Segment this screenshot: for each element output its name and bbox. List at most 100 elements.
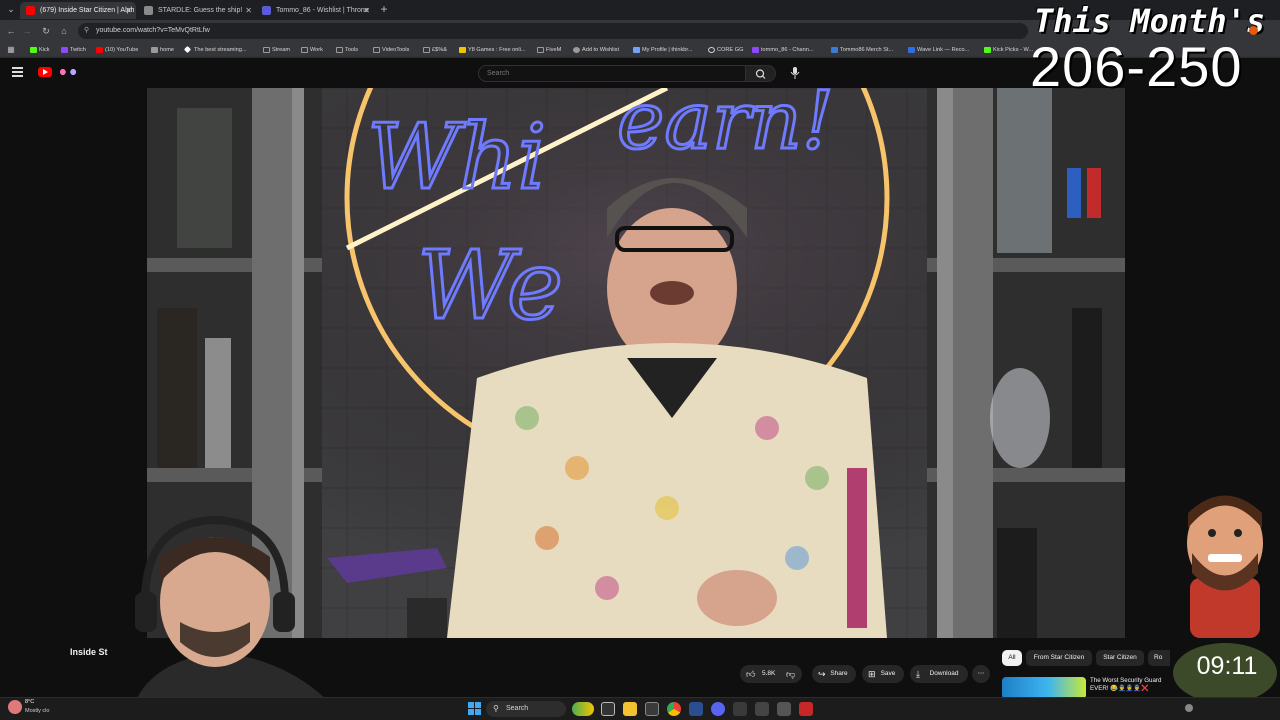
chrome-icon[interactable]: [667, 702, 681, 716]
tab-list-chevron-icon[interactable]: ⌄: [4, 2, 18, 16]
bookmark-kick-picks[interactable]: Kick Picks - W...: [984, 44, 1033, 56]
kick-icon: [984, 47, 991, 53]
profile-avatar[interactable]: [1249, 26, 1258, 35]
overlay-count: 206-250: [1030, 35, 1243, 98]
tab-stardle[interactable]: STARDLE: Guess the ship! ✕: [138, 2, 256, 19]
webcam-image: [130, 515, 345, 720]
save-button[interactable]: ⊞ Save: [862, 665, 904, 683]
app-icon-red[interactable]: [799, 702, 813, 716]
taskbar-search-box[interactable]: ⚲ Search: [486, 701, 566, 717]
hamburger-menu-icon[interactable]: [12, 67, 23, 77]
bookmark-label: Work: [310, 47, 323, 53]
download-label: Download: [929, 670, 959, 677]
reload-icon[interactable]: ↻: [39, 24, 53, 38]
bookmark-folder-work[interactable]: Work: [301, 44, 323, 56]
related-video-thumbnail[interactable]: [1002, 677, 1086, 699]
home-icon[interactable]: ⌂: [57, 24, 71, 38]
download-button[interactable]: ⤓ Download: [910, 665, 968, 683]
app-icon-blue[interactable]: [689, 702, 703, 716]
app-icon-audio[interactable]: [777, 702, 791, 716]
throne-favicon-icon: [262, 6, 271, 15]
search-input[interactable]: Search: [478, 65, 746, 82]
video-title: Inside St: [70, 647, 108, 657]
file-explorer-icon[interactable]: [623, 702, 637, 716]
bookmark-youtube[interactable]: (10) YouTube: [96, 44, 138, 56]
thumbs-down-icon[interactable]: 👎︎: [786, 665, 795, 683]
close-tab-icon[interactable]: ✕: [245, 2, 252, 19]
chip-all[interactable]: All: [1002, 650, 1022, 666]
youtube-logo-icon[interactable]: [38, 67, 52, 77]
bookmark-folder-stream[interactable]: Stream: [263, 44, 290, 56]
bookmark-streaming[interactable]: The best streaming...: [183, 44, 247, 56]
y8-icon: [459, 47, 466, 53]
bookmark-label: tommo_86 - Chann...: [761, 47, 814, 53]
youtube-doodle-logo-icon[interactable]: [55, 67, 81, 77]
svg-text:earn!: earn!: [617, 88, 834, 167]
bookmark-fivem[interactable]: FiveM: [537, 44, 561, 56]
bookmark-label: Wave Link — Reco...: [917, 47, 970, 53]
apps-grid-icon[interactable]: ▦: [4, 43, 18, 57]
folder-icon: [336, 47, 343, 53]
bookmark-add-to-wishlist[interactable]: Add to Wishlist: [573, 44, 619, 56]
related-video-title[interactable]: The Worst Security Guard EVER! 😂👮‍♂️👮‍♂️…: [1090, 677, 1172, 694]
chip-star-citizen[interactable]: Star Citizen: [1096, 650, 1144, 666]
bookmark-y8[interactable]: Y8 Games : Free onli...: [459, 44, 526, 56]
globe-icon: [573, 47, 580, 53]
weather-icon[interactable]: [8, 700, 22, 714]
like-dislike-group: 👍︎ 5.8K 👎︎: [740, 665, 802, 683]
save-label: Save: [880, 670, 896, 677]
folder-icon: [373, 47, 380, 53]
forward-arrow-icon[interactable]: →: [20, 24, 34, 38]
bookmark-label: Kick: [39, 47, 50, 53]
bookmark-twitch[interactable]: Twitch: [61, 44, 86, 56]
bookmark-kick[interactable]: Kick: [30, 44, 50, 56]
back-arrow-icon[interactable]: ←: [4, 24, 18, 38]
close-tab-icon[interactable]: ✕: [125, 2, 132, 19]
bookmark-folder-symbols[interactable]: £$%&: [423, 44, 447, 56]
kick-icon: [30, 47, 37, 53]
bookmark-core-gg[interactable]: CORE GG: [708, 44, 743, 56]
address-bar[interactable]: ⚲ youtube.com/watch?v=TeMvQtRtLfw: [78, 23, 1028, 39]
more-actions-button[interactable]: ⋯: [972, 665, 990, 683]
app-icon-obs[interactable]: [755, 702, 769, 716]
tab-title: Tommo_86 - Wishlist | Throne: [276, 7, 369, 14]
widgets-icon[interactable]: [572, 702, 594, 716]
bookmark-label: Add to Wishlist: [582, 47, 619, 53]
system-tray-icon[interactable]: [1185, 704, 1193, 712]
save-plus-icon: ⊞: [868, 669, 876, 679]
store-icon[interactable]: [645, 702, 659, 716]
tab-youtube[interactable]: (679) Inside Star Citizen | Alph ✕: [20, 2, 136, 19]
search-button[interactable]: [746, 65, 776, 82]
bookmark-label: VideoTools: [382, 47, 410, 53]
weather-temp: 8°C: [25, 699, 35, 705]
chip-from-star-citizen[interactable]: From Star Citizen: [1026, 650, 1092, 666]
share-label: Share: [830, 670, 848, 677]
bookmark-label: FiveM: [546, 47, 562, 53]
bookmark-tommo-channel[interactable]: tommo_86 - Chann...: [752, 44, 814, 56]
chip-partial[interactable]: Ro: [1148, 650, 1170, 666]
bookmark-thinkbrick[interactable]: My Profile | thinkbr...: [633, 44, 693, 56]
task-view-icon[interactable]: [601, 702, 615, 716]
folder-icon: [537, 47, 544, 53]
bookmark-label: (10) YouTube: [105, 47, 139, 53]
bookmark-wave-link[interactable]: Wave Link — Reco...: [908, 44, 969, 56]
like-count[interactable]: 5.8K: [762, 670, 775, 677]
bookmark-label: Stream: [272, 47, 291, 53]
site-info-icon[interactable]: ⚲: [84, 23, 89, 39]
tab-throne-wishlist[interactable]: Tommo_86 - Wishlist | Throne ✕: [256, 2, 374, 19]
windows-start-icon[interactable]: [468, 702, 481, 715]
bookmark-folder-tools[interactable]: Tools: [336, 44, 358, 56]
share-button[interactable]: ↪ Share: [812, 665, 856, 683]
close-tab-icon[interactable]: ✕: [363, 2, 370, 19]
app-icon-capcut[interactable]: [733, 702, 747, 716]
bookmark-home[interactable]: home: [151, 44, 174, 56]
folder-icon: [151, 47, 158, 53]
new-tab-plus-icon[interactable]: +: [377, 2, 391, 16]
mic-icon[interactable]: [790, 67, 800, 80]
thumbs-up-icon[interactable]: 👍︎: [746, 665, 755, 683]
bookmark-merch[interactable]: Tommo86 Merch St...: [831, 44, 893, 56]
profile-icon: [633, 47, 640, 53]
discord-icon[interactable]: [711, 702, 725, 716]
bookmark-folder-videotools[interactable]: VideoTools: [373, 44, 409, 56]
taskbar-search-label: Search: [506, 705, 529, 712]
